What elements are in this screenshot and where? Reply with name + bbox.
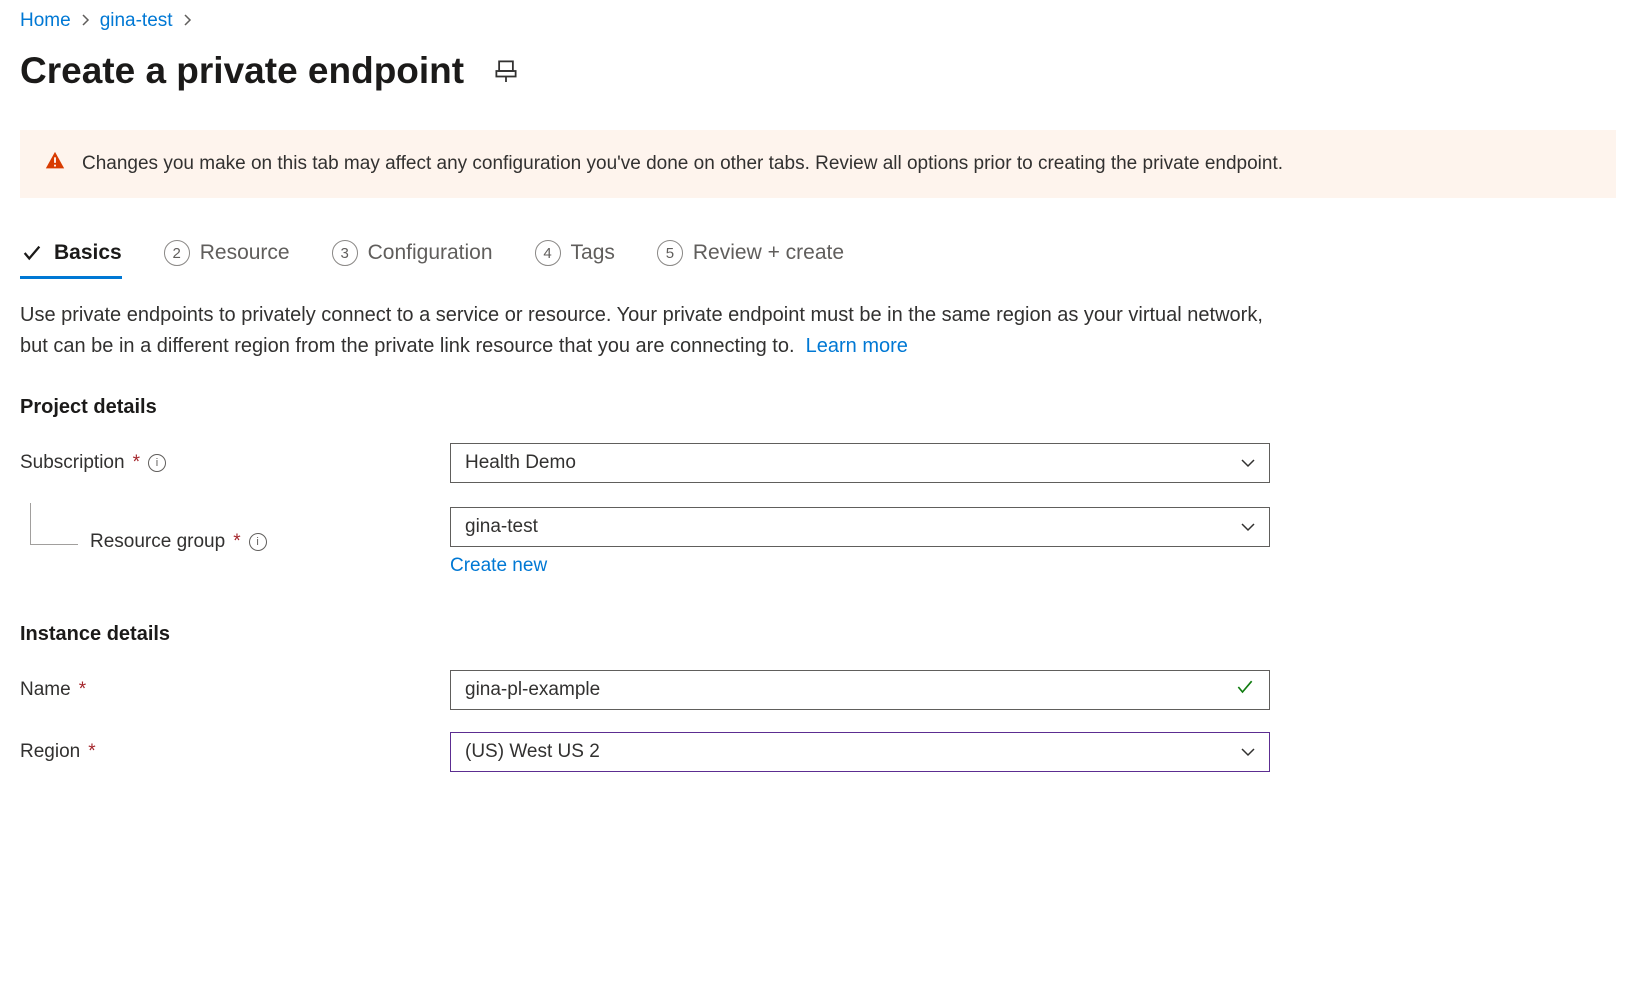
- page-title-row: Create a private endpoint: [20, 50, 1616, 92]
- tab-resource[interactable]: 2 Resource: [164, 240, 290, 280]
- warning-text: Changes you make on this tab may affect …: [82, 153, 1283, 175]
- tab-review-create[interactable]: 5 Review + create: [657, 240, 844, 280]
- info-icon[interactable]: i: [249, 533, 267, 551]
- row-region: Region * (US) West US 2: [20, 732, 1616, 772]
- required-asterisk: *: [79, 679, 86, 701]
- breadcrumb-resource[interactable]: gina-test: [100, 10, 173, 32]
- name-input-wrapper: [450, 670, 1270, 710]
- tab-number: 4: [535, 240, 561, 266]
- section-instance-details: Instance details: [20, 623, 1616, 646]
- tree-line-icon: [30, 503, 78, 545]
- check-icon: [1235, 677, 1255, 703]
- row-name: Name *: [20, 670, 1616, 710]
- required-asterisk: *: [233, 531, 240, 553]
- tab-label: Review + create: [693, 241, 844, 265]
- chevron-right-icon: [81, 13, 90, 29]
- tab-label: Tags: [571, 241, 615, 265]
- subscription-value: Health Demo: [465, 452, 576, 474]
- tab-label: Resource: [200, 241, 290, 265]
- chevron-down-icon: [1241, 747, 1255, 757]
- learn-more-link[interactable]: Learn more: [806, 335, 908, 357]
- tab-number: 2: [164, 240, 190, 266]
- row-subscription: Subscription * i Health Demo: [20, 443, 1616, 483]
- region-label: Region: [20, 741, 80, 763]
- check-icon: [20, 241, 44, 265]
- tab-label: Configuration: [368, 241, 493, 265]
- pin-icon[interactable]: [492, 57, 520, 85]
- required-asterisk: *: [88, 741, 95, 763]
- warning-icon: [44, 150, 66, 178]
- name-input[interactable]: [465, 679, 1235, 701]
- tab-number: 3: [332, 240, 358, 266]
- resource-group-select[interactable]: gina-test: [450, 507, 1270, 547]
- intro-text: Use private endpoints to privately conne…: [20, 300, 1280, 362]
- name-label: Name: [20, 679, 71, 701]
- info-icon[interactable]: i: [148, 454, 166, 472]
- chevron-down-icon: [1241, 458, 1255, 468]
- resource-group-value: gina-test: [465, 516, 538, 538]
- page-title: Create a private endpoint: [20, 50, 464, 92]
- warning-banner: Changes you make on this tab may affect …: [20, 130, 1616, 198]
- breadcrumb: Home gina-test: [20, 10, 1616, 32]
- row-resource-group: Resource group * i gina-test Create new: [20, 507, 1616, 577]
- subscription-label: Subscription: [20, 452, 125, 474]
- required-asterisk: *: [133, 452, 140, 474]
- region-select[interactable]: (US) West US 2: [450, 732, 1270, 772]
- subscription-select[interactable]: Health Demo: [450, 443, 1270, 483]
- tab-basics[interactable]: Basics: [20, 241, 122, 279]
- breadcrumb-home[interactable]: Home: [20, 10, 71, 32]
- resource-group-label: Resource group: [90, 531, 225, 553]
- region-value: (US) West US 2: [465, 741, 600, 763]
- create-new-link[interactable]: Create new: [450, 555, 547, 577]
- chevron-right-icon: [183, 13, 192, 29]
- tab-configuration[interactable]: 3 Configuration: [332, 240, 493, 280]
- tab-number: 5: [657, 240, 683, 266]
- tab-tags[interactable]: 4 Tags: [535, 240, 615, 280]
- tab-label: Basics: [54, 241, 122, 265]
- wizard-tabs: Basics 2 Resource 3 Configuration 4 Tags…: [20, 240, 1616, 280]
- section-project-details: Project details: [20, 396, 1616, 419]
- chevron-down-icon: [1241, 522, 1255, 532]
